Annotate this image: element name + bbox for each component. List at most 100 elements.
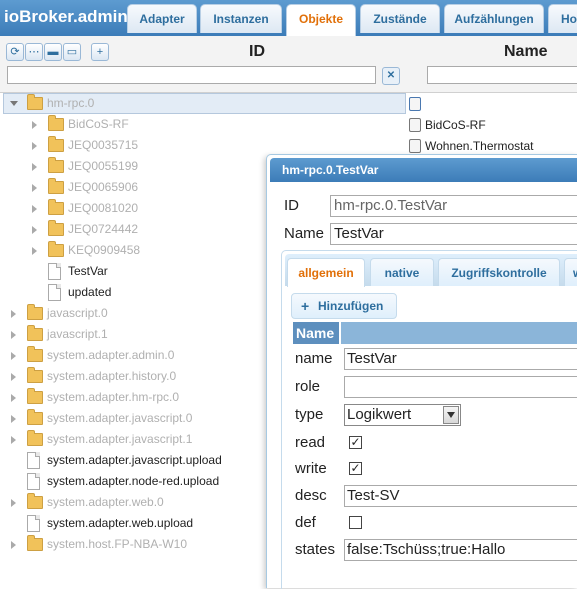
tree-row-label: system.adapter.web.upload [47,516,194,530]
chevron-right-icon[interactable] [11,499,16,507]
objects-toolbar: ⟳ ⋯ ▬ ▭ + ID Name ✕ [0,36,577,93]
tab-zustaende[interactable]: Zustände [360,4,440,33]
chevron-right-icon[interactable] [32,226,37,234]
tree-row-label: system.adapter.node-red.upload [47,474,220,488]
folder-icon [48,157,64,173]
folder-icon [27,304,43,320]
tree-row-label: BidCoS-RF [68,117,129,131]
app-title: ioBroker.admin [4,7,128,26]
id-column-header[interactable]: ID [249,43,265,61]
tab-aufzaehlungen[interactable]: Aufzählungen [444,4,544,33]
chevron-right-icon[interactable] [32,142,37,150]
dialog-title[interactable]: hm-rpc.0.TestVar [270,158,577,182]
chevron-right-icon[interactable] [11,373,16,381]
chevron-right-icon[interactable] [11,436,16,444]
prop-role-input[interactable] [344,376,577,398]
type-select-value: Logikwert [347,406,412,423]
id-field[interactable]: hm-rpc.0.TestVar [330,195,577,217]
add-object-button[interactable]: + [91,43,109,61]
tree-row-label: hm-rpc.0 [47,96,95,110]
name-field[interactable]: TestVar [330,223,577,245]
prop-desc-input[interactable]: Test-SV [344,485,577,507]
id-label: ID [284,197,299,214]
chevron-right-icon[interactable] [11,331,16,339]
prop-states-input[interactable]: false:Tschüss;true:Hallo [344,539,577,561]
chevron-right-icon[interactable] [32,205,37,213]
name-column-header[interactable]: Name [504,43,548,61]
folder-icon [27,430,43,446]
chevron-right-icon[interactable] [32,247,37,255]
prop-read-checkbox[interactable]: ✓ [349,436,362,449]
tree-row-label: system.adapter.javascript.1 [47,432,193,446]
file-icon [27,515,40,532]
prop-role-label: role [295,378,321,395]
name-filter-input[interactable] [427,66,577,84]
tab-instanzen[interactable]: Instanzen [200,4,282,33]
add-property-button[interactable]: + Hinzufügen [291,293,397,319]
folder-icon [48,220,64,236]
folder-icon [27,346,43,362]
tab-ho[interactable]: Ho [548,4,577,33]
top-bar: ioBroker.admin Adapter Instanzen Objekte… [0,0,577,36]
tab-w[interactable]: w [564,258,577,286]
grid-name-header[interactable]: Name [293,322,341,344]
list-icon: ⋯ [28,46,40,58]
folder-icon [27,94,43,110]
folder-icon [27,388,43,404]
chevron-right-icon[interactable] [11,352,16,360]
tree-row-label: JEQ0065906 [68,180,139,194]
file-icon [27,473,40,490]
file-icon [48,263,61,280]
refresh-button[interactable]: ⟳ [6,43,24,61]
folder-icon [27,535,43,551]
chevron-right-icon[interactable] [32,163,37,171]
tree-row-label: system.adapter.admin.0 [47,348,175,362]
expand-folders-button[interactable]: ▭ [63,43,81,61]
refresh-icon: ⟳ [10,46,20,58]
prop-write-checkbox[interactable]: ✓ [349,462,362,475]
prop-def-label: def [295,514,316,531]
prop-write-label: write [295,460,327,477]
tree-row-label: JEQ0724442 [68,222,139,236]
tree-row-label: system.adapter.javascript.0 [47,411,193,425]
tab-objekte[interactable]: Objekte [286,4,356,36]
dialog-tab-bar: allgemein native Zugriffskontrolle w [285,254,577,287]
checkmark-icon: ✓ [350,461,361,475]
tab-native[interactable]: native [370,258,434,286]
tree-row-label: TestVar [68,264,108,278]
tab-allgemein[interactable]: allgemein [287,258,365,287]
file-icon [48,284,61,301]
tree-row-label: system.adapter.history.0 [47,369,177,383]
chevron-right-icon[interactable] [11,541,16,549]
thermostat-icon [409,139,421,153]
chevron-down-icon[interactable] [443,406,459,424]
file-icon [27,452,40,469]
tree-row-label: JEQ0081020 [68,201,139,215]
folder-icon [48,115,64,131]
chevron-right-icon[interactable] [32,121,37,129]
tree-row-label: system.adapter.hm-rpc.0 [47,390,180,404]
prop-def-checkbox[interactable] [349,516,362,529]
chevron-right-icon[interactable] [11,394,16,402]
name-text: Wohnen.Thermostat [425,139,534,153]
folder-icon [48,136,64,152]
prop-name-label: name [295,350,333,367]
collapse-folders-button[interactable]: ▬ [44,43,62,61]
tab-adapter[interactable]: Adapter [127,4,197,33]
folder-open-icon: ▭ [66,46,78,58]
tree-row-label: JEQ0035715 [68,138,139,152]
chevron-right-icon[interactable] [11,310,16,318]
name-text: BidCoS-RF [425,118,486,132]
tree-row-label: system.adapter.web.0 [47,495,164,509]
plus-icon: + [96,46,104,58]
prop-name-input[interactable]: TestVar [344,348,577,370]
tab-zugriffskontrolle[interactable]: Zugriffskontrolle [438,258,560,286]
name-cell-bidcos: BidCoS-RF [408,115,577,136]
prop-type-select[interactable]: Logikwert [344,404,461,426]
clear-filter-button[interactable]: ✕ [382,67,400,85]
list-view-button[interactable]: ⋯ [25,43,43,61]
id-filter-input[interactable] [7,66,376,84]
chevron-down-icon[interactable] [10,101,18,106]
chevron-right-icon[interactable] [11,415,16,423]
chevron-right-icon[interactable] [32,184,37,192]
